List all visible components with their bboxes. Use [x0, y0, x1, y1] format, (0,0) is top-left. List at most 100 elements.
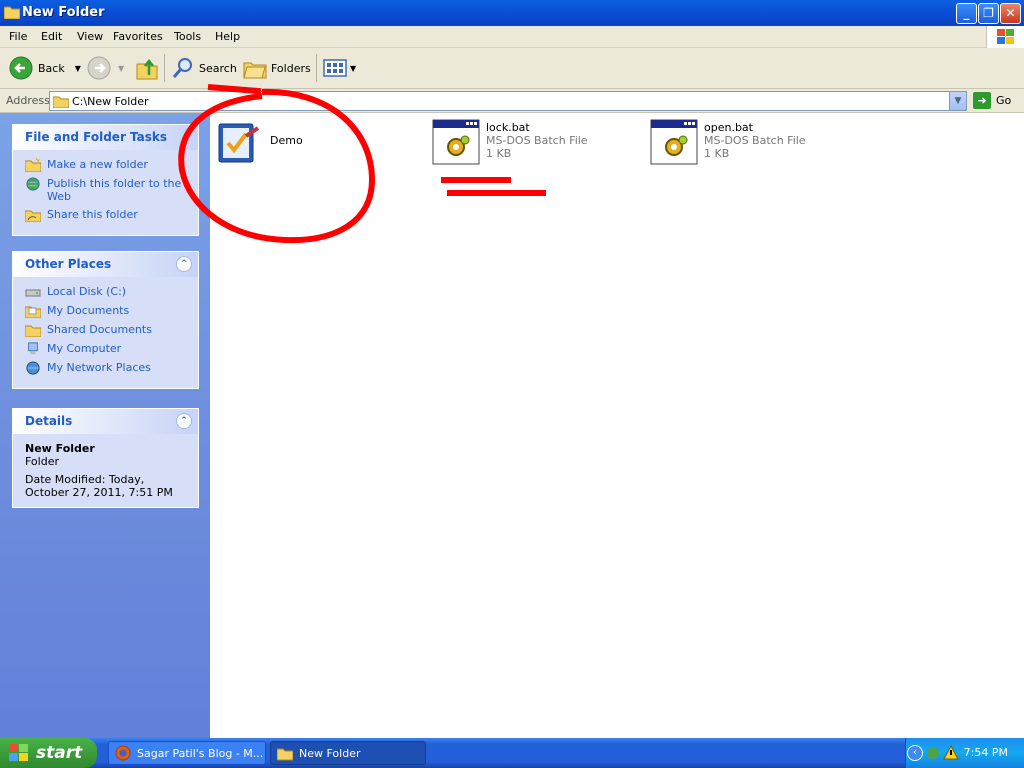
forward-button[interactable]: ▼ [86, 54, 124, 82]
search-label: Search [199, 61, 237, 75]
file-view[interactable]: Demo lock.bat MS-DOS Batch File 1 KB ope… [210, 113, 1024, 738]
place-label: My Documents [47, 304, 130, 317]
up-folder-button[interactable] [135, 54, 159, 82]
menu-favorites[interactable]: Favorites [113, 30, 163, 43]
chevron-down-icon[interactable]: ▼ [75, 64, 81, 73]
task-label: New Folder [299, 746, 361, 760]
file-item[interactable]: lock.bat MS-DOS Batch File 1 KB [432, 118, 588, 166]
details-name: New Folder [25, 442, 95, 455]
chevron-down-icon[interactable]: ▼ [118, 64, 124, 73]
taskbar-item-new-folder[interactable]: New Folder [270, 741, 426, 765]
other-places-panel: Other Places ⌃ Local Disk (C:) My Docume… [12, 251, 199, 389]
menu-view[interactable]: View [77, 30, 103, 43]
file-name: Demo [270, 134, 303, 147]
shortcut-application-icon [218, 123, 260, 163]
task-label: Make a new folder [47, 158, 148, 171]
task-pane: File and Folder Tasks Make a new folder … [0, 113, 210, 738]
place-label: Shared Documents [47, 323, 152, 336]
details-modified: Date Modified: Today, October 27, 2011, … [25, 473, 173, 499]
address-input[interactable]: C:\New Folder ▼ [49, 91, 967, 111]
panel-title: Details [25, 414, 73, 428]
menu-help[interactable]: Help [215, 30, 240, 43]
details-type: Folder [25, 455, 59, 468]
file-type: MS-DOS Batch File [704, 134, 806, 147]
file-folder-tasks-panel: File and Folder Tasks Make a new folder … [12, 124, 199, 236]
system-tray: ‹ 7:54 PM [905, 738, 1024, 768]
views-button[interactable]: ▼ [323, 54, 356, 82]
close-button[interactable]: ✕ [1000, 3, 1021, 24]
window-title: New Folder [22, 5, 105, 20]
menu-bar: File Edit View Favorites Tools Help [0, 26, 1024, 48]
collapse-chevron-icon[interactable]: ⌃ [176, 413, 192, 429]
file-name: open.bat [704, 121, 753, 134]
address-dropdown[interactable]: ▼ [949, 92, 966, 110]
panel-header[interactable]: Other Places ⌃ [13, 252, 198, 277]
clock[interactable]: 7:54 PM [964, 746, 1008, 759]
taskbar: start Sagar Patil's Blog - M... New Fold… [0, 738, 1024, 768]
windows-logo-icon [986, 26, 1024, 48]
task-label: Sagar Patil's Blog - M... [137, 746, 264, 760]
go-label: Go [996, 94, 1012, 107]
panel-header[interactable]: File and Folder Tasks [13, 125, 198, 150]
folders-label: Folders [271, 61, 311, 75]
my-network-places-link[interactable]: My Network Places [25, 361, 188, 375]
menu-edit[interactable]: Edit [41, 30, 62, 43]
globe-icon [26, 177, 40, 191]
go-button[interactable]: ➜ Go [973, 92, 1011, 109]
folders-icon [243, 62, 267, 79]
search-button[interactable]: Search [171, 54, 237, 82]
security-warning-icon[interactable] [943, 745, 959, 761]
details-panel: Details ⌃ New Folder Folder Date Modifie… [12, 408, 199, 508]
windows-flag-icon [9, 744, 28, 761]
taskbar-item-firefox[interactable]: Sagar Patil's Blog - M... [108, 741, 266, 765]
file-size: 1 KB [486, 147, 512, 160]
folder-icon [277, 748, 293, 761]
local-disk-link[interactable]: Local Disk (C:) [25, 285, 188, 299]
place-label: My Computer [47, 342, 122, 355]
firefox-icon [115, 745, 131, 761]
panel-title: File and Folder Tasks [25, 130, 168, 144]
shared-folder-icon [25, 325, 41, 337]
file-name: lock.bat [486, 121, 530, 134]
collapse-chevron-icon[interactable]: ⌃ [176, 256, 192, 272]
show-hidden-icons-chevron-icon[interactable]: ‹ [907, 745, 923, 761]
maximize-button[interactable]: ❐ [978, 3, 999, 24]
up-folder-icon [136, 58, 158, 80]
share-folder-icon [25, 210, 41, 222]
documents-folder-icon [25, 306, 41, 318]
file-item[interactable]: open.bat MS-DOS Batch File 1 KB [650, 118, 806, 166]
task-label: Share this folder [47, 208, 138, 221]
file-item[interactable]: Demo [216, 118, 303, 166]
menu-file[interactable]: File [9, 30, 27, 43]
address-path: C:\New Folder [72, 95, 149, 108]
folders-button[interactable]: Folders [243, 54, 311, 82]
make-new-folder-link[interactable]: Make a new folder [25, 158, 188, 172]
menu-tools[interactable]: Tools [174, 30, 201, 43]
folder-icon [53, 96, 69, 108]
chevron-down-icon[interactable]: ▼ [350, 64, 356, 73]
panel-header[interactable]: Details ⌃ [13, 409, 198, 434]
search-icon [172, 58, 192, 78]
share-folder-link[interactable]: Share this folder [25, 208, 188, 222]
panel-title: Other Places [25, 257, 112, 271]
views-icon [323, 59, 347, 77]
my-documents-link[interactable]: My Documents [25, 304, 188, 318]
my-computer-link[interactable]: My Computer [25, 342, 188, 356]
start-button[interactable]: start [0, 738, 97, 768]
toolbar: Back ▼ ▼ Search Folders ▼ [0, 48, 1024, 89]
shared-documents-link[interactable]: Shared Documents [25, 323, 188, 337]
back-button[interactable]: Back ▼ [8, 54, 81, 82]
forward-arrow-icon [87, 56, 111, 80]
computer-icon [28, 342, 38, 355]
task-label: Publish this folder to the Web [47, 177, 182, 203]
publish-folder-link[interactable]: Publish this folder to the Web [25, 177, 188, 203]
network-tray-icon[interactable] [925, 745, 941, 761]
minimize-button[interactable]: _ [956, 3, 977, 24]
address-label: Address [6, 94, 50, 107]
file-type: MS-DOS Batch File [486, 134, 588, 147]
batch-file-icon [432, 119, 480, 165]
batch-file-icon [650, 119, 698, 165]
folder-icon [4, 6, 20, 19]
start-label: start [36, 743, 83, 763]
title-bar[interactable]: New Folder _ ❐ ✕ [0, 0, 1024, 26]
